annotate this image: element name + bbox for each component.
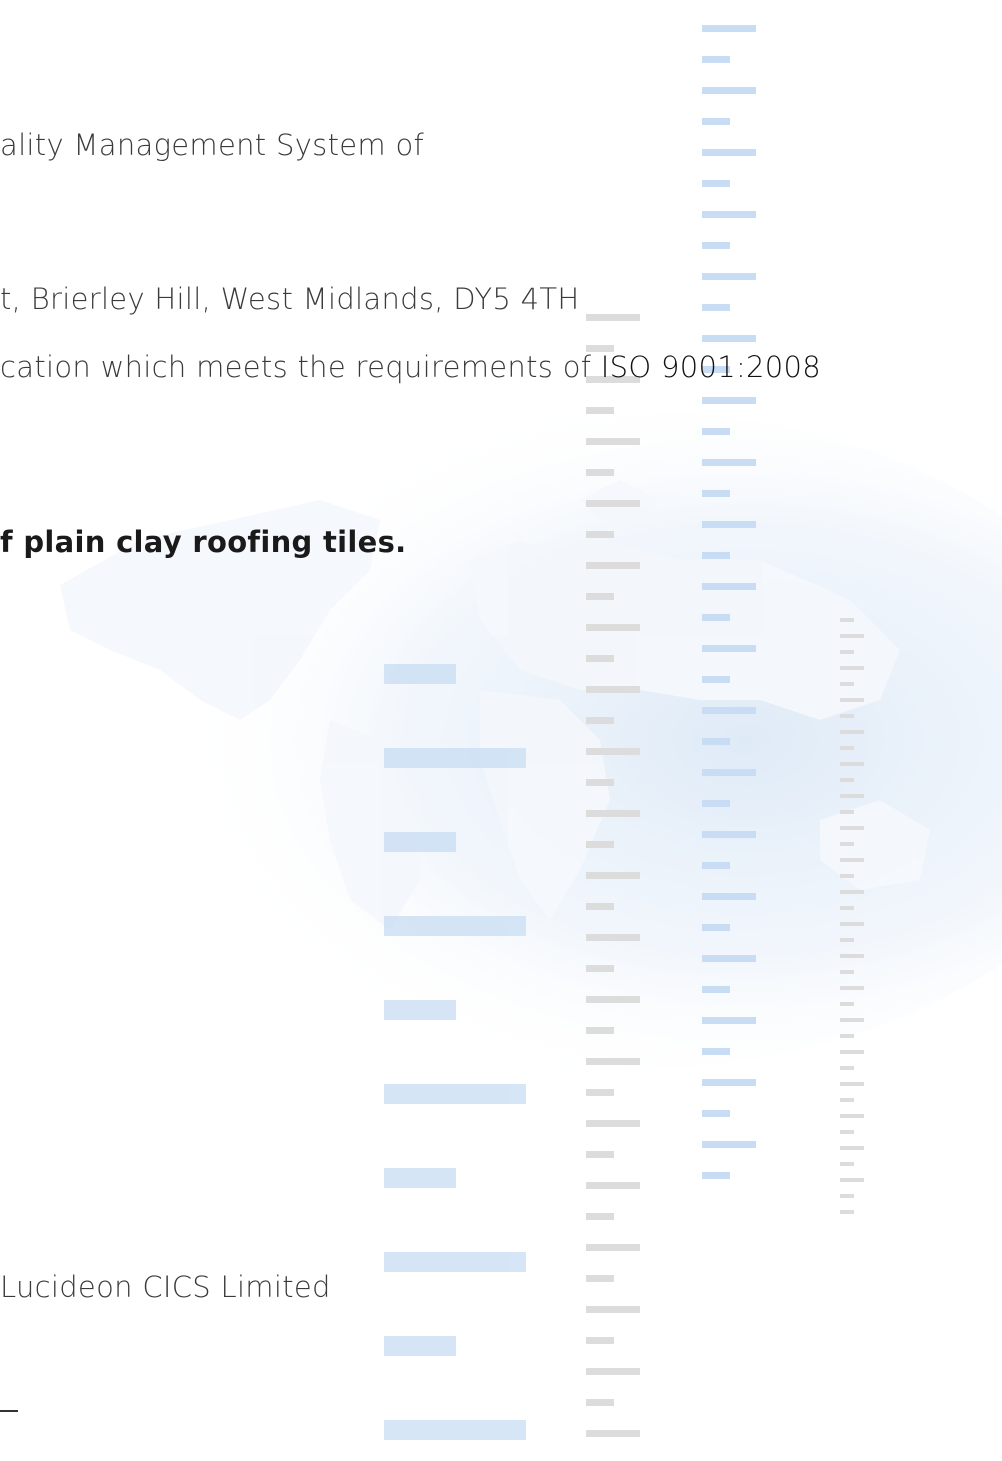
address-line: t, Brierley Hill, West Midlands, DY5 4TH (0, 282, 580, 316)
signature-line (0, 1410, 18, 1412)
scope-statement: f plain clay roofing tiles. (0, 525, 407, 559)
issuer-name: Lucideon CICS Limited (0, 1270, 331, 1304)
requirements-prefix: cation which meets the requirements of (0, 350, 601, 384)
qms-statement: ality Management System of (0, 128, 424, 162)
requirements-line: cation which meets the requirements of I… (0, 350, 821, 384)
certificate-background (60, 25, 1002, 1440)
standard-reference: ISO 9001:2008 (600, 350, 822, 384)
